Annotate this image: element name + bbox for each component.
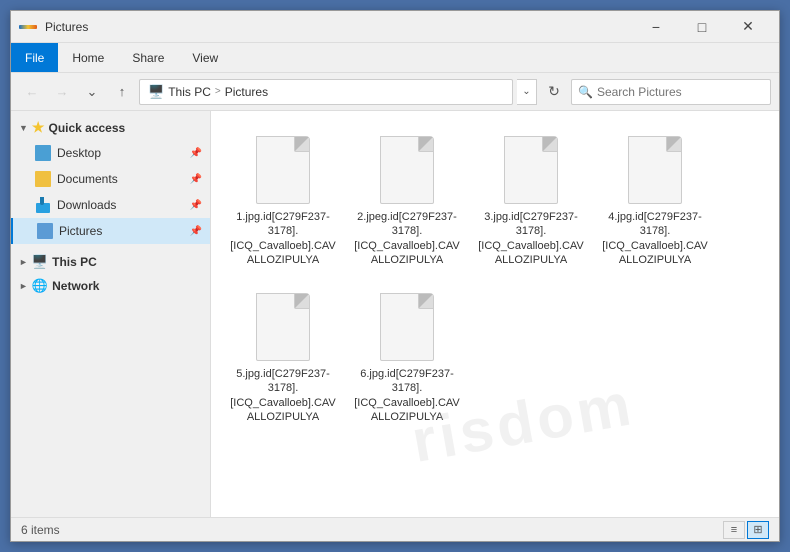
downloads-icon (35, 197, 51, 213)
this-pc-icon: 🖥️ (32, 254, 48, 270)
pin-icon-desktop: 📌 (190, 148, 202, 159)
explorer-window: Pictures − □ ✕ File Home Share View ← → … (10, 10, 780, 542)
search-box[interactable]: 🔍 (571, 79, 771, 105)
file-name: 1.jpg.id[C279F237-3178].[ICQ_Cavalloeb].… (230, 210, 336, 267)
this-pc-chevron: ► (19, 257, 28, 267)
maximize-button[interactable]: □ (679, 11, 725, 43)
desktop-icon (35, 145, 51, 161)
file-name: 5.jpg.id[C279F237-3178].[ICQ_Cavalloeb].… (230, 367, 336, 424)
file-item[interactable]: 5.jpg.id[C279F237-3178].[ICQ_Cavalloeb].… (223, 280, 343, 433)
path-pictures: Pictures (225, 85, 268, 99)
status-bar: 6 items ≡ ⊞ (11, 517, 779, 541)
pin-icon-documents: 📌 (190, 174, 202, 185)
file-icon (377, 289, 437, 361)
view-controls: ≡ ⊞ (723, 521, 769, 539)
back-button[interactable]: ← (19, 79, 45, 105)
refresh-button[interactable]: ↻ (541, 79, 567, 105)
file-icon (625, 132, 685, 204)
search-input[interactable] (597, 85, 764, 99)
sidebar-item-pictures[interactable]: Pictures 📌 (11, 218, 210, 244)
quick-access-label: Quick access (48, 121, 125, 135)
pictures-icon (37, 223, 53, 239)
file-icon (501, 132, 561, 204)
title-bar: Pictures − □ ✕ (11, 11, 779, 43)
path-dropdown[interactable]: ⌄ (517, 79, 537, 105)
documents-icon (35, 171, 51, 187)
address-bar: ← → ⌄ ↑ 🖥️ This PC > Pictures ⌄ ↻ 🔍 (11, 73, 779, 111)
file-area: risdom 1.jpg.id[C279F237-3178].[ICQ_Cava… (211, 111, 779, 517)
address-path[interactable]: 🖥️ This PC > Pictures (139, 79, 513, 105)
file-icon (377, 132, 437, 204)
close-button[interactable]: ✕ (725, 11, 771, 43)
file-item[interactable]: 3.jpg.id[C279F237-3178].[ICQ_Cavalloeb].… (471, 123, 591, 276)
menu-file[interactable]: File (11, 43, 58, 72)
file-icon (253, 132, 313, 204)
sidebar-documents-label: Documents (57, 172, 118, 186)
forward-button[interactable]: → (49, 79, 75, 105)
menu-view[interactable]: View (178, 43, 232, 72)
up-button[interactable]: ↑ (109, 79, 135, 105)
path-thispc: This PC (168, 85, 211, 99)
minimize-button[interactable]: − (633, 11, 679, 43)
this-pc-label: This PC (52, 255, 97, 269)
file-name: 4.jpg.id[C279F237-3178].[ICQ_Cavalloeb].… (602, 210, 708, 267)
window-controls: − □ ✕ (633, 11, 771, 43)
sidebar-downloads-label: Downloads (57, 198, 116, 212)
path-separator: > (215, 86, 221, 97)
file-name: 2.jpeg.id[C279F237-3178].[ICQ_Cavalloeb]… (354, 210, 460, 267)
window-title: Pictures (45, 20, 633, 34)
quick-access-chevron: ▼ (19, 123, 28, 133)
menu-bar: File Home Share View (11, 43, 779, 73)
list-view-button[interactable]: ≡ (723, 521, 745, 539)
search-icon: 🔍 (578, 85, 593, 99)
menu-home[interactable]: Home (58, 43, 118, 72)
sidebar-item-documents[interactable]: Documents 📌 (11, 166, 210, 192)
network-label: Network (52, 279, 99, 293)
file-item[interactable]: 6.jpg.id[C279F237-3178].[ICQ_Cavalloeb].… (347, 280, 467, 433)
network-icon: 🌐 (32, 278, 48, 294)
item-count: 6 items (21, 523, 60, 537)
file-name: 6.jpg.id[C279F237-3178].[ICQ_Cavalloeb].… (354, 367, 460, 424)
path-icon: 🖥️ (148, 84, 164, 100)
file-name: 3.jpg.id[C279F237-3178].[ICQ_Cavalloeb].… (478, 210, 584, 267)
main-content: ▼ ★ Quick access Desktop 📌 Documents 📌 D… (11, 111, 779, 517)
sidebar-desktop-label: Desktop (57, 146, 101, 160)
menu-share[interactable]: Share (118, 43, 178, 72)
sidebar-this-pc[interactable]: ► 🖥️ This PC (11, 250, 210, 274)
pin-icon-pictures: 📌 (190, 226, 202, 237)
sidebar-network[interactable]: ► 🌐 Network (11, 274, 210, 298)
large-view-button[interactable]: ⊞ (747, 521, 769, 539)
dropdown-button[interactable]: ⌄ (79, 79, 105, 105)
quick-access-icon: ★ (32, 119, 45, 136)
sidebar-item-downloads[interactable]: Downloads 📌 (11, 192, 210, 218)
sidebar-item-desktop[interactable]: Desktop 📌 (11, 140, 210, 166)
file-item[interactable]: 4.jpg.id[C279F237-3178].[ICQ_Cavalloeb].… (595, 123, 715, 276)
file-item[interactable]: 2.jpeg.id[C279F237-3178].[ICQ_Cavalloeb]… (347, 123, 467, 276)
file-item[interactable]: 1.jpg.id[C279F237-3178].[ICQ_Cavalloeb].… (223, 123, 343, 276)
network-chevron: ► (19, 281, 28, 291)
sidebar-quick-access[interactable]: ▼ ★ Quick access (11, 115, 210, 140)
sidebar-pictures-label: Pictures (59, 224, 102, 238)
sidebar: ▼ ★ Quick access Desktop 📌 Documents 📌 D… (11, 111, 211, 517)
window-icon (19, 19, 39, 35)
pin-icon-downloads: 📌 (190, 200, 202, 211)
file-icon (253, 289, 313, 361)
